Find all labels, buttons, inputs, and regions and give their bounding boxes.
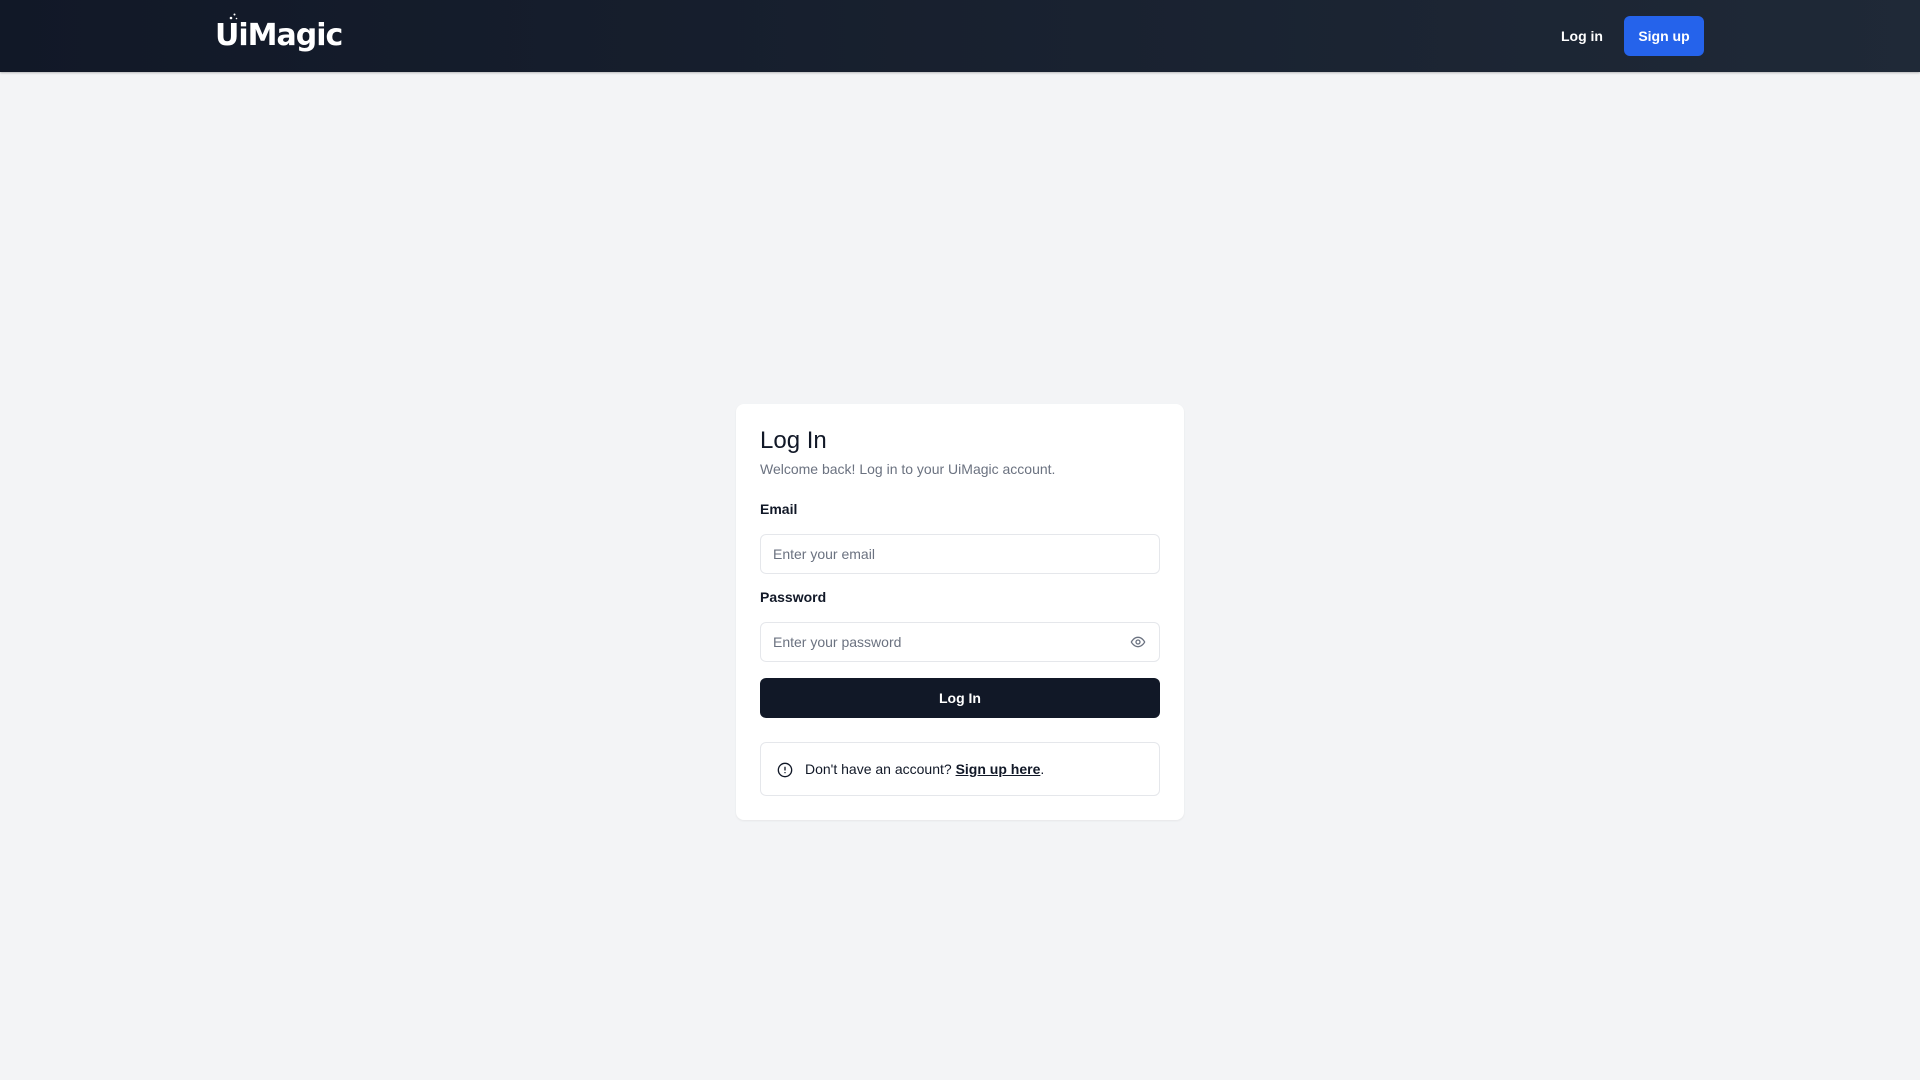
password-label: Password (760, 589, 827, 605)
login-submit-button[interactable]: Log In (760, 678, 1160, 718)
signup-here-link[interactable]: Sign up here (956, 761, 1041, 777)
page-title: Log In (760, 427, 827, 454)
login-card: Log In Welcome back! Log in to your UiMa… (736, 404, 1184, 820)
top-navigation-bar: UiMagic Log in Sign up (0, 0, 1920, 72)
logo-text: UiMagic (215, 18, 343, 53)
sparkle-icon (229, 13, 238, 20)
header-signup-button[interactable]: Sign up (1624, 16, 1704, 56)
password-field[interactable] (760, 622, 1160, 662)
signup-notice: Don't have an account? Sign up here. (760, 742, 1160, 796)
email-label: Email (760, 501, 798, 517)
uimagic-logo[interactable]: UiMagic (215, 13, 343, 56)
email-field[interactable] (760, 534, 1160, 574)
signup-notice-suffix: . (1040, 761, 1045, 777)
eye-icon[interactable] (1130, 634, 1146, 650)
signup-notice-prefix: Don't have an account? (805, 761, 956, 777)
page-subtitle: Welcome back! Log in to your UiMagic acc… (760, 461, 1056, 477)
info-circle-icon (777, 762, 793, 778)
header-login-link[interactable]: Log in (1549, 18, 1615, 54)
signup-notice-text: Don't have an account? Sign up here. (805, 759, 1044, 779)
